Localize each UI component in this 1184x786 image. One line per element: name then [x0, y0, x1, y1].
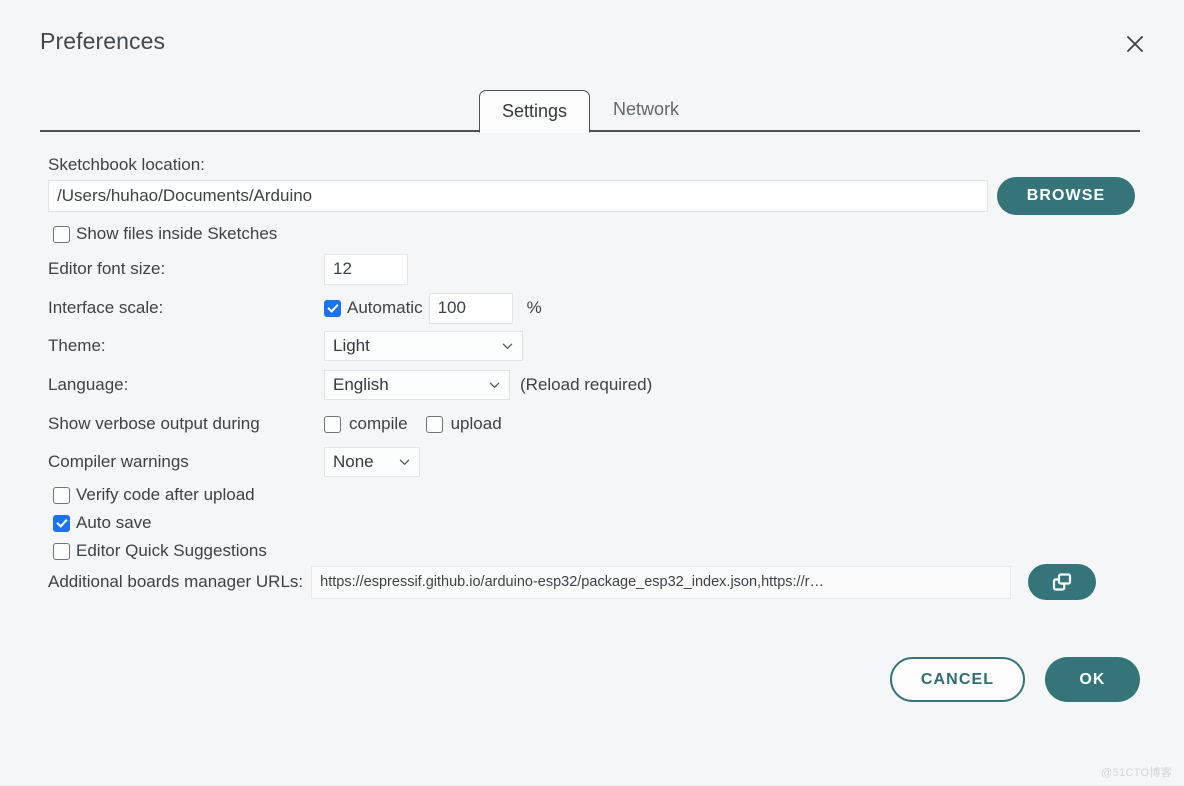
theme-select[interactable]: Light [324, 331, 523, 361]
verbose-upload-checkbox[interactable] [425, 415, 443, 433]
ok-button[interactable]: OK [1045, 657, 1140, 702]
language-select[interactable]: English [324, 370, 510, 400]
editor-quick-suggestions-label: Editor Quick Suggestions [76, 541, 267, 560]
theme-select-value: Light [333, 336, 370, 355]
editor-font-size-input[interactable] [324, 253, 408, 285]
interface-scale-unit: % [526, 298, 542, 317]
editor-quick-suggestions-checkbox[interactable] [53, 542, 70, 560]
compiler-warnings-select[interactable]: None [324, 447, 420, 477]
show-files-inside-sketches-row[interactable]: Show files inside Sketches [53, 224, 277, 244]
verify-code-after-upload-row[interactable]: Verify code after upload [53, 485, 255, 505]
browse-button[interactable]: BROWSE [997, 177, 1135, 215]
compiler-warnings-row: Compiler warnings None [48, 447, 420, 477]
tab-settings[interactable]: Settings [479, 90, 591, 133]
verbose-compile-label: compile [349, 414, 408, 433]
boards-manager-urls-expand-button[interactable] [1028, 564, 1097, 600]
page-title: Preferences [40, 28, 166, 54]
interface-scale-value-input[interactable] [428, 292, 513, 324]
tab-bar: Settings Network [40, 88, 1140, 133]
verify-code-after-upload-checkbox[interactable] [53, 486, 70, 504]
interface-scale-automatic-label: Automatic [347, 298, 423, 317]
show-files-inside-sketches-checkbox[interactable] [53, 225, 70, 243]
theme-label: Theme: [48, 336, 106, 355]
close-icon[interactable] [1119, 28, 1151, 60]
show-files-inside-sketches-label: Show files inside Sketches [76, 224, 278, 243]
auto-save-row[interactable]: Auto save [53, 513, 152, 533]
chevron-down-icon [489, 382, 500, 388]
boards-manager-urls-input[interactable] [311, 565, 1012, 599]
watermark: @51CTO博客 [1101, 767, 1172, 779]
language-row: Language: English (Reload required) [48, 370, 652, 400]
interface-scale-label: Interface scale: [48, 298, 164, 317]
verbose-output-row: Show verbose output during compile uploa… [48, 409, 502, 439]
dialog-titlebar: Preferences [0, 0, 1184, 84]
language-select-value: English [333, 375, 389, 394]
chevron-down-icon [399, 459, 410, 465]
cancel-button[interactable]: CANCEL [890, 657, 1025, 702]
chevron-down-icon [502, 343, 513, 349]
language-reload-note: (Reload required) [520, 375, 653, 394]
boards-manager-urls-label: Additional boards manager URLs: [48, 572, 304, 591]
editor-quick-suggestions-row[interactable]: Editor Quick Suggestions [53, 541, 267, 561]
auto-save-label: Auto save [76, 513, 152, 532]
auto-save-checkbox[interactable] [53, 514, 70, 532]
preferences-dialog: Preferences Settings Network Sketchbook … [0, 0, 1184, 786]
editor-font-size-label: Editor font size: [48, 259, 166, 278]
verify-code-after-upload-label: Verify code after upload [76, 485, 255, 504]
language-label: Language: [48, 375, 129, 394]
boards-manager-urls-row: Additional boards manager URLs: [48, 564, 1097, 600]
theme-row: Theme: Light [48, 331, 523, 361]
interface-scale-row: Interface scale: Automatic % [48, 292, 542, 324]
tab-network[interactable]: Network [590, 88, 702, 131]
sketchbook-location-input[interactable] [48, 180, 988, 212]
verbose-compile-group[interactable]: compile [324, 414, 408, 434]
interface-scale-automatic-checkbox[interactable] [324, 299, 341, 317]
sketchbook-location-label: Sketchbook location: [48, 155, 205, 174]
open-in-window-icon [1053, 573, 1072, 591]
editor-font-size-row: Editor font size: [48, 253, 408, 285]
compiler-warnings-value: None [333, 452, 374, 471]
verbose-output-label: Show verbose output during [48, 414, 260, 433]
verbose-upload-label: upload [450, 414, 502, 433]
dialog-footer: CANCEL OK [890, 657, 1140, 702]
compiler-warnings-label: Compiler warnings [48, 452, 189, 471]
verbose-compile-checkbox[interactable] [324, 415, 341, 433]
verbose-upload-group[interactable]: upload [425, 414, 502, 434]
